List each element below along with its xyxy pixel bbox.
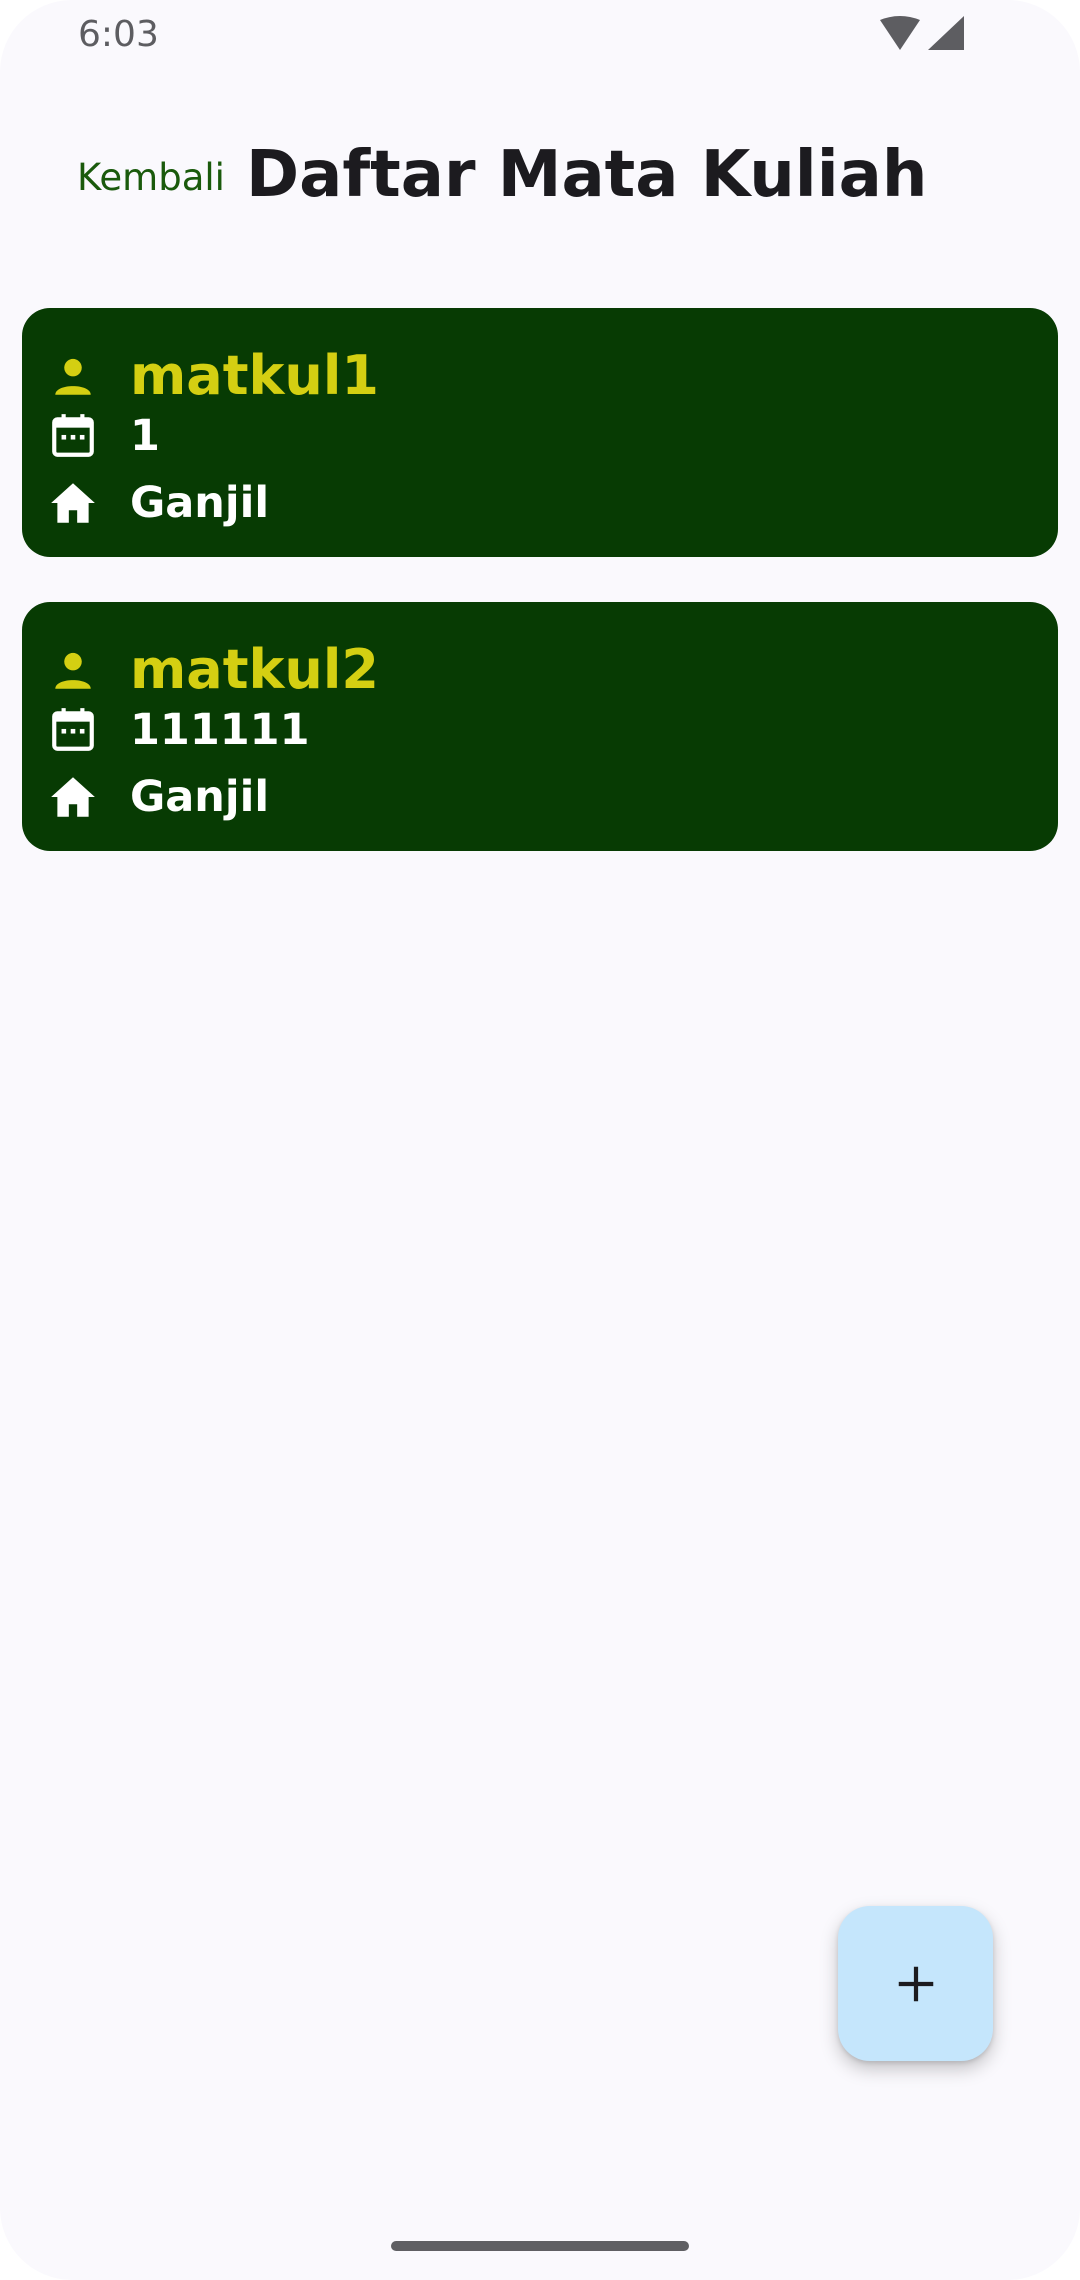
top-app-bar: Kembali Daftar Mata Kuliah xyxy=(0,120,1080,240)
course-semester: Ganjil xyxy=(130,772,270,822)
back-button[interactable]: Kembali xyxy=(77,156,225,199)
course-code-row: 1 xyxy=(48,411,160,461)
status-icons xyxy=(880,16,964,52)
status-time: 6:03 xyxy=(78,14,159,55)
course-name-row: matkul1 xyxy=(48,344,379,407)
course-name-row: matkul2 xyxy=(48,638,379,701)
course-list: matkul1 1 Ganjil matkul2 111111 Ganjil xyxy=(22,308,1058,896)
course-code-row: 111111 xyxy=(48,705,310,755)
course-semester-row: Ganjil xyxy=(48,772,269,822)
calendar-icon xyxy=(48,705,98,755)
add-course-button[interactable] xyxy=(838,1906,993,2061)
course-card[interactable]: matkul2 111111 Ganjil xyxy=(22,602,1058,851)
course-code: 1 xyxy=(130,411,160,461)
course-semester-row: Ganjil xyxy=(48,478,269,528)
person-icon xyxy=(48,645,98,695)
course-name: matkul1 xyxy=(130,344,379,407)
course-name: matkul2 xyxy=(130,638,379,701)
course-card[interactable]: matkul1 1 Ganjil xyxy=(22,308,1058,557)
home-icon xyxy=(48,478,98,528)
gesture-nav-handle[interactable] xyxy=(391,2241,689,2251)
home-icon xyxy=(48,772,98,822)
course-code: 111111 xyxy=(130,705,310,755)
course-semester: Ganjil xyxy=(130,478,270,528)
page-title: Daftar Mata Kuliah xyxy=(246,138,928,212)
status-bar: 6:03 xyxy=(0,0,1080,72)
wifi-icon xyxy=(880,16,964,50)
app-screen: 6:03 Kembali Daftar Mata Kuliah matkul1 xyxy=(0,0,1080,2280)
plus-icon xyxy=(898,1966,934,2002)
person-icon xyxy=(48,351,98,401)
calendar-icon xyxy=(48,411,98,461)
